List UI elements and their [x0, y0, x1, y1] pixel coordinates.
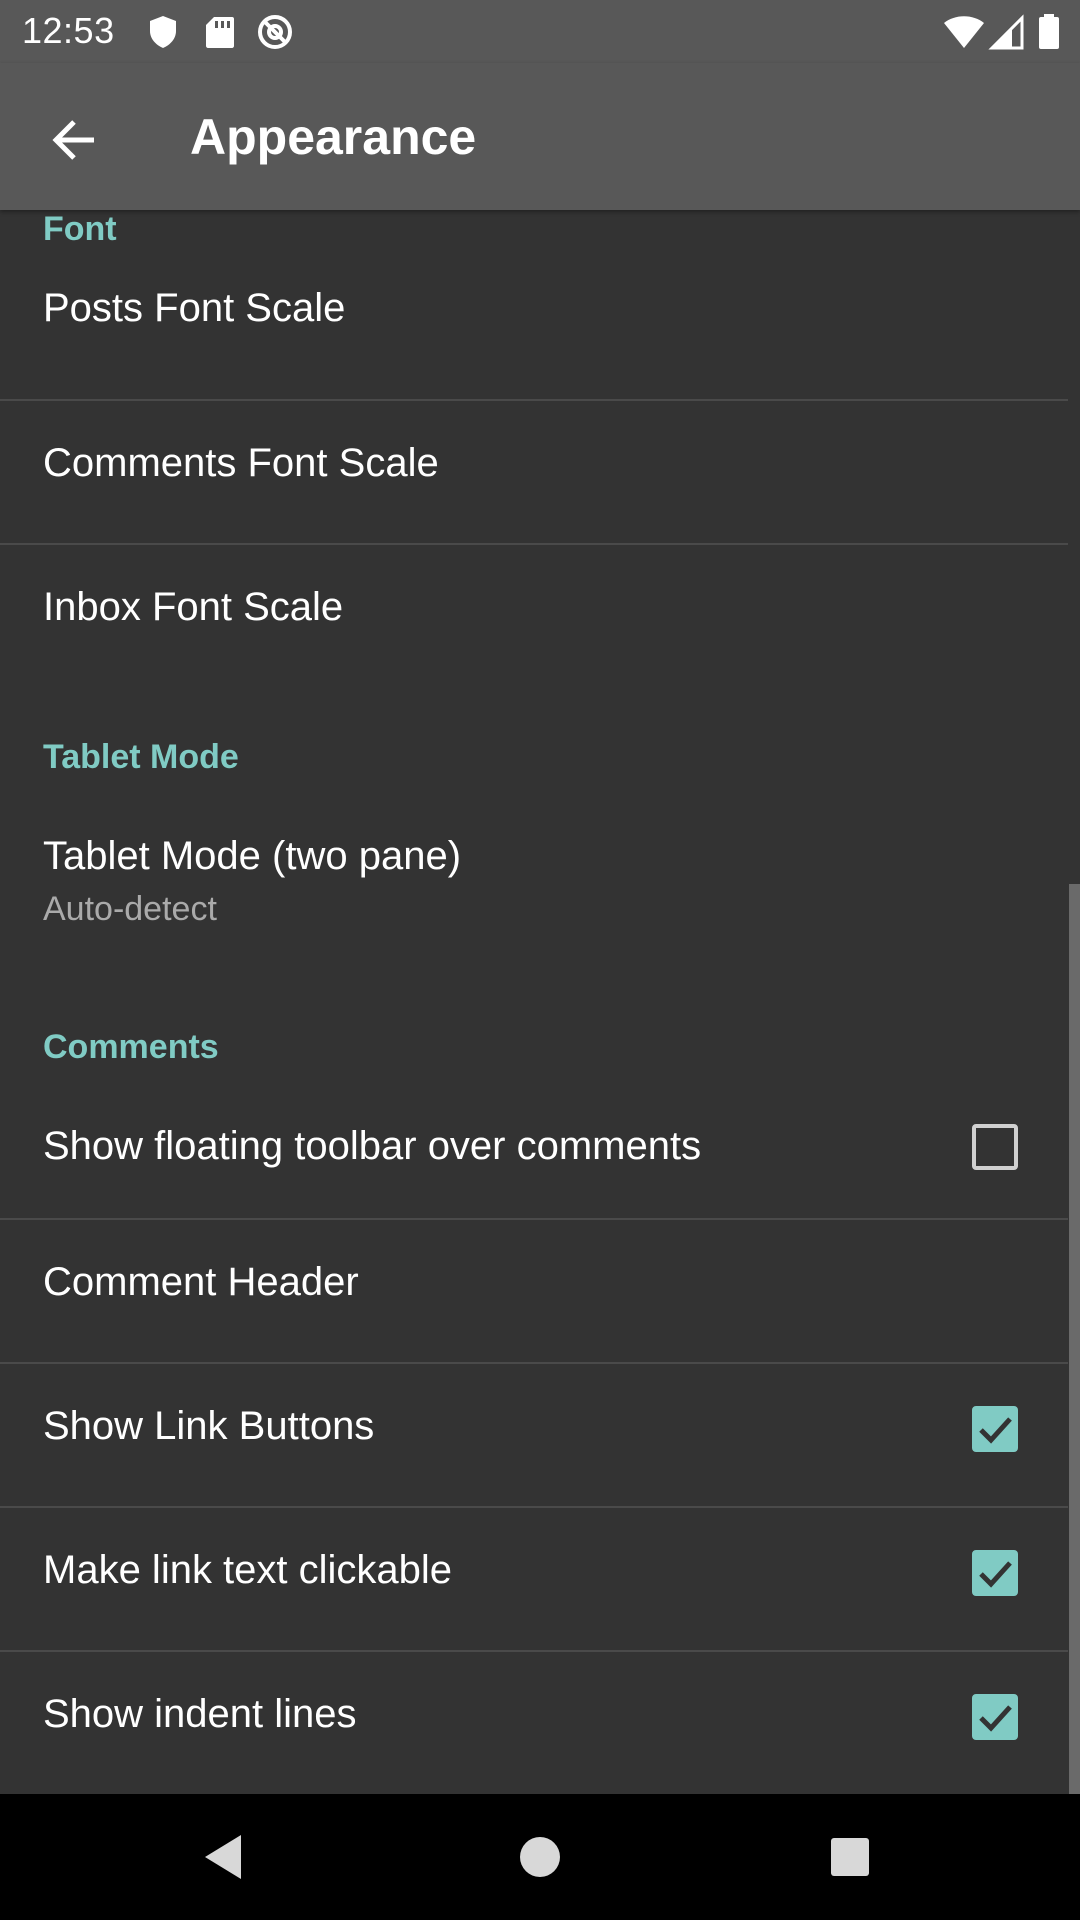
pref-show-link-buttons[interactable]: Show Link Buttons	[0, 1364, 1068, 1506]
checkmark-icon	[979, 1561, 1012, 1588]
pref-title: Tablet Mode (two pane)	[43, 834, 462, 878]
system-nav-bar	[0, 1794, 1080, 1920]
home-circle-icon	[520, 1837, 560, 1877]
pref-title: Show Link Buttons	[43, 1404, 375, 1448]
checkbox-show-link-buttons[interactable]	[972, 1406, 1018, 1452]
checkbox-link-text-clickable[interactable]	[972, 1550, 1018, 1596]
recents-square-icon	[831, 1838, 869, 1876]
pref-title: Comment Header	[43, 1260, 359, 1304]
section-header-comments: Comments	[43, 1028, 219, 1066]
wifi-icon	[944, 16, 984, 48]
pref-show-indent-lines[interactable]: Show indent lines	[0, 1652, 1068, 1794]
pref-comments-font-scale[interactable]: Comments Font Scale	[0, 401, 1068, 543]
pref-posts-font-scale[interactable]: Posts Font Scale	[0, 250, 1068, 380]
back-triangle-icon	[205, 1835, 241, 1879]
battery-icon	[1039, 14, 1059, 49]
checkbox-show-indent-lines[interactable]	[972, 1694, 1018, 1740]
cell-signal-icon	[988, 14, 1024, 50]
at-sign-icon	[258, 15, 292, 49]
pref-tablet-mode[interactable]: Tablet Mode (two pane) Auto-detect	[0, 790, 1068, 960]
shield-icon	[150, 16, 176, 48]
status-bar: 12:53	[0, 0, 1080, 63]
checkmark-icon	[979, 1705, 1012, 1732]
checkbox-floating-toolbar[interactable]	[972, 1124, 1018, 1170]
page-title: Appearance	[190, 109, 477, 165]
pref-title: Posts Font Scale	[43, 286, 346, 330]
app-bar: Appearance	[0, 63, 1080, 210]
nav-home-button[interactable]	[500, 1817, 580, 1897]
back-button[interactable]	[34, 100, 114, 180]
preferences-list[interactable]: Font Posts Font Scale Comments Font Scal…	[0, 210, 1080, 1794]
pref-summary: Auto-detect	[43, 890, 217, 928]
nav-back-button[interactable]	[185, 1817, 265, 1897]
pref-title: Make link text clickable	[43, 1548, 453, 1592]
pref-title: Inbox Font Scale	[43, 585, 344, 629]
pref-show-floating-toolbar[interactable]: Show floating toolbar over comments	[0, 1078, 1068, 1218]
sd-card-icon	[206, 17, 234, 48]
pref-comment-header[interactable]: Comment Header	[0, 1220, 1068, 1362]
pref-title: Show indent lines	[43, 1692, 357, 1736]
pref-inbox-font-scale[interactable]: Inbox Font Scale	[0, 545, 1068, 687]
status-time: 12:53	[22, 10, 115, 51]
arrow-left-icon	[52, 120, 94, 160]
pref-title: Comments Font Scale	[43, 441, 439, 485]
nav-recents-button[interactable]	[810, 1817, 890, 1897]
scrollbar[interactable]	[1069, 884, 1080, 1794]
pref-make-link-text-clickable[interactable]: Make link text clickable	[0, 1508, 1068, 1650]
section-header-font: Font	[43, 210, 117, 248]
pref-title: Show floating toolbar over comments	[43, 1124, 702, 1168]
checkmark-icon	[979, 1417, 1012, 1444]
section-header-tablet-mode: Tablet Mode	[43, 738, 239, 776]
